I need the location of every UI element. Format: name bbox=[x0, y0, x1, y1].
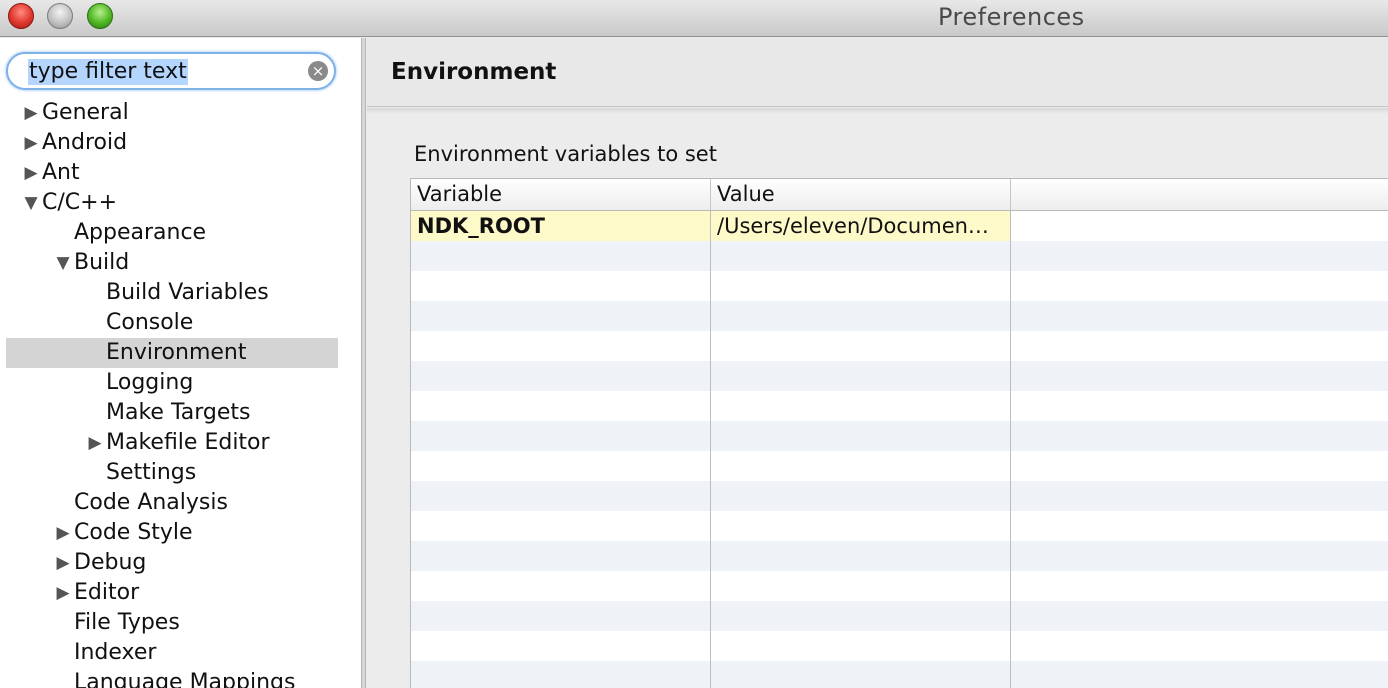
tree-item-code-analysis[interactable]: Code Analysis bbox=[0, 488, 362, 518]
tree-item-label: Build Variables bbox=[106, 280, 269, 305]
column-divider bbox=[710, 211, 711, 688]
tree-item-file-types[interactable]: File Types bbox=[0, 608, 362, 638]
tree-item-label: Environment bbox=[106, 340, 247, 365]
page-title: Environment bbox=[391, 59, 557, 85]
tree-item-logging[interactable]: Logging bbox=[0, 368, 362, 398]
column-header-variable[interactable]: Variable bbox=[411, 179, 711, 210]
table-row bbox=[411, 571, 1388, 601]
table-row bbox=[411, 631, 1388, 661]
table-row bbox=[411, 361, 1388, 391]
title-bar: Preferences bbox=[0, 0, 1388, 37]
environment-variables-table[interactable]: Variable Value NDK_ROOT/Users/eleven/Doc… bbox=[410, 178, 1388, 688]
tree-item-label: Settings bbox=[106, 460, 197, 485]
tree-item-android[interactable]: ▶ Android bbox=[0, 128, 362, 158]
filter-search-field[interactable]: type filter text × bbox=[6, 52, 336, 90]
tree-item-label: General bbox=[42, 100, 129, 125]
table-row[interactable]: NDK_ROOT/Users/eleven/Documen… bbox=[411, 211, 1388, 241]
clear-search-icon[interactable]: × bbox=[308, 61, 328, 81]
tree-item-debug[interactable]: ▶ Debug bbox=[0, 548, 362, 578]
preferences-navigation-pane: type filter text × ▶ General ▶ Android ▶ Ant ▼… bbox=[0, 38, 362, 688]
table-row bbox=[411, 241, 1388, 271]
header-divider bbox=[367, 108, 1388, 114]
tree-item-label: Android bbox=[42, 130, 128, 155]
table-row bbox=[411, 391, 1388, 421]
tree-item-general[interactable]: ▶ General bbox=[0, 98, 362, 128]
variable-value-cell[interactable]: /Users/eleven/Documen… bbox=[711, 211, 1010, 241]
tree-item-label: C/C++ bbox=[42, 190, 118, 215]
page-header: Environment bbox=[367, 38, 1388, 107]
tree-item-appearance[interactable]: Appearance bbox=[0, 218, 362, 248]
column-header-value[interactable]: Value bbox=[711, 179, 1011, 210]
close-window-button[interactable] bbox=[8, 3, 34, 29]
column-divider bbox=[1010, 211, 1011, 688]
zoom-window-button[interactable] bbox=[87, 3, 113, 29]
tree-item-label: File Types bbox=[74, 610, 180, 635]
table-row bbox=[411, 481, 1388, 511]
tree-item-label: Indexer bbox=[74, 640, 157, 665]
tree-item-language-mappings[interactable]: Language Mappings bbox=[0, 668, 362, 688]
tree-item-editor[interactable]: ▶ Editor bbox=[0, 578, 362, 608]
table-header: Variable Value bbox=[411, 179, 1388, 211]
expand-arrow-icon[interactable]: ▶ bbox=[54, 548, 72, 578]
window-title: Preferences bbox=[938, 3, 1085, 31]
tree-item-label: Console bbox=[106, 310, 194, 335]
tree-item-settings[interactable]: Settings bbox=[0, 458, 362, 488]
expand-arrow-icon[interactable]: ▶ bbox=[22, 128, 40, 158]
tree-item-label: Build bbox=[74, 250, 130, 275]
table-row bbox=[411, 421, 1388, 451]
minimize-window-button[interactable] bbox=[47, 3, 73, 29]
pane-splitter[interactable] bbox=[362, 38, 366, 688]
tree-item-makefile-editor[interactable]: ▶ Makefile Editor bbox=[0, 428, 362, 458]
table-row bbox=[411, 301, 1388, 331]
expand-arrow-icon[interactable]: ▶ bbox=[86, 428, 104, 458]
tree-item-label: Logging bbox=[106, 370, 194, 395]
tree-item-ant[interactable]: ▶ Ant bbox=[0, 158, 362, 188]
table-body: NDK_ROOT/Users/eleven/Documen… bbox=[411, 211, 1388, 688]
tree-item-label: Editor bbox=[74, 580, 140, 605]
environment-variables-label: Environment variables to set bbox=[414, 142, 717, 166]
filter-search-input[interactable]: type filter text bbox=[28, 59, 188, 85]
table-row bbox=[411, 541, 1388, 571]
tree-item-console[interactable]: Console bbox=[0, 308, 362, 338]
tree-item-label: Makefile Editor bbox=[106, 430, 270, 455]
table-row bbox=[411, 271, 1388, 301]
expand-arrow-icon[interactable]: ▶ bbox=[22, 98, 40, 128]
tree-item-label: Language Mappings bbox=[74, 670, 296, 688]
tree-item-make-targets[interactable]: Make Targets bbox=[0, 398, 362, 428]
tree-item-label: Debug bbox=[74, 550, 147, 575]
tree-item-code-style[interactable]: ▶ Code Style bbox=[0, 518, 362, 548]
preference-page: Environment Environment variables to set… bbox=[367, 38, 1388, 688]
variable-name-cell[interactable]: NDK_ROOT bbox=[411, 211, 710, 241]
table-row bbox=[411, 661, 1388, 688]
tree-item-c-c[interactable]: ▼ C/C++ bbox=[0, 188, 362, 218]
tree-item-build-variables[interactable]: Build Variables bbox=[0, 278, 362, 308]
tree-item-environment[interactable]: Environment bbox=[6, 338, 338, 368]
table-row bbox=[411, 511, 1388, 541]
tree-item-build[interactable]: ▼ Build bbox=[0, 248, 362, 278]
tree-item-label: Make Targets bbox=[106, 400, 251, 425]
tree-item-indexer[interactable]: Indexer bbox=[0, 638, 362, 668]
table-row bbox=[411, 601, 1388, 631]
tree-item-label: Code Style bbox=[74, 520, 193, 545]
table-row bbox=[411, 331, 1388, 361]
tree-item-label: Appearance bbox=[74, 220, 207, 245]
expand-arrow-icon[interactable]: ▶ bbox=[54, 518, 72, 548]
collapse-arrow-icon[interactable]: ▼ bbox=[54, 248, 72, 278]
tree-item-label: Code Analysis bbox=[74, 490, 228, 515]
collapse-arrow-icon[interactable]: ▼ bbox=[22, 188, 40, 218]
expand-arrow-icon[interactable]: ▶ bbox=[22, 158, 40, 188]
table-row bbox=[411, 451, 1388, 481]
tree-item-label: Ant bbox=[42, 160, 80, 185]
expand-arrow-icon[interactable]: ▶ bbox=[54, 578, 72, 608]
